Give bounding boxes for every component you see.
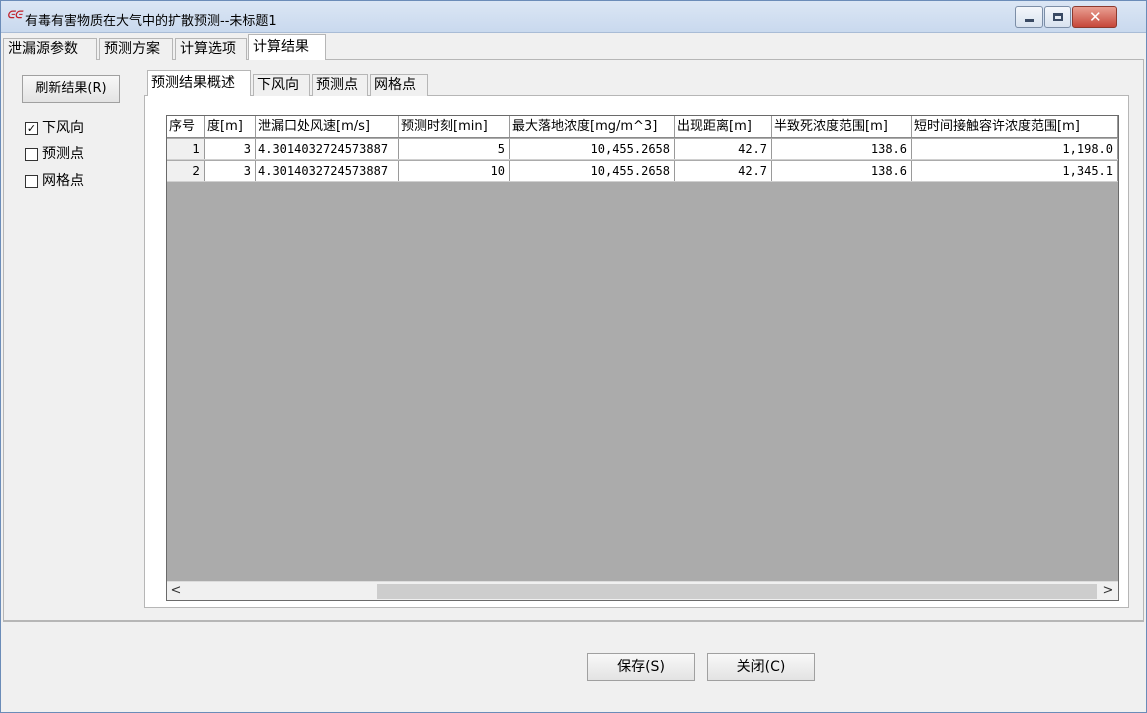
table-cell: 1,345.1 (912, 161, 1118, 181)
table-cell: 3 (205, 139, 256, 159)
scroll-right-icon[interactable]: > (1099, 582, 1117, 600)
col-header-stel-range[interactable]: 短时间接触容许浓度范围[m] (912, 116, 1118, 137)
maximize-button[interactable] (1044, 6, 1071, 28)
table-cell: 3 (205, 161, 256, 181)
col-header-height[interactable]: 度[m] (205, 116, 256, 137)
table-cell: 42.7 (675, 139, 772, 159)
col-header-distance[interactable]: 出现距离[m] (675, 116, 772, 137)
tab-downwind[interactable]: 下风向 (253, 74, 310, 96)
horizontal-scrollbar[interactable]: < > (167, 581, 1118, 600)
tab-result-overview[interactable]: 预测结果概述 (147, 70, 251, 96)
window-title: 有毒有害物质在大气中的扩散预测--未标题1 (25, 14, 277, 29)
table-cell: 4.3014032724573887 (256, 139, 399, 159)
col-header-lethal-range[interactable]: 半致死浓度范围[m] (772, 116, 912, 137)
minimize-button[interactable] (1015, 6, 1043, 28)
table-cell: 10,455.2658 (510, 161, 675, 181)
checkbox-grid-points-box[interactable] (25, 175, 38, 188)
col-header-index[interactable]: 序号 (167, 116, 205, 137)
bottom-divider (3, 621, 1144, 622)
scroll-left-icon[interactable]: < (167, 582, 185, 600)
close-button[interactable]: 关闭(C) (707, 653, 815, 681)
col-header-prediction-time[interactable]: 预测时刻[min] (399, 116, 510, 137)
table-cell: 10 (399, 161, 510, 181)
row-index-cell: 2 (167, 161, 205, 181)
table-cell: 5 (399, 139, 510, 159)
table-cell: 1,198.0 (912, 139, 1118, 159)
app-logo-icon: ᕮᕮ (7, 10, 22, 21)
table-row[interactable]: 2 3 4.3014032724573887 10 10,455.2658 42… (167, 161, 1118, 182)
tab-source-params[interactable]: 泄漏源参数 (3, 38, 97, 60)
tab-calc-results[interactable]: 计算结果 (248, 34, 326, 60)
checkbox-grid-points-label: 网格点 (42, 173, 84, 189)
tab-prediction-points[interactable]: 预测点 (312, 74, 368, 96)
tab-grid-points[interactable]: 网格点 (370, 74, 428, 96)
table-cell: 10,455.2658 (510, 139, 675, 159)
row-index-cell: 1 (167, 139, 205, 159)
grid-header-row: 序号 度[m] 泄漏口处风速[m/s] 预测时刻[min] 最大落地浓度[mg/… (167, 116, 1118, 138)
refresh-results-button[interactable]: 刷新结果(R) (22, 75, 120, 103)
tab-prediction-plan[interactable]: 预测方案 (99, 38, 173, 60)
close-window-button[interactable]: ✕ (1072, 6, 1117, 28)
minimize-icon (1025, 19, 1034, 22)
close-icon: ✕ (1089, 8, 1102, 26)
tab-calc-options[interactable]: 计算选项 (175, 38, 247, 60)
checkbox-prediction-points-box[interactable] (25, 148, 38, 161)
main-window: ᕮᕮ 有毒有害物质在大气中的扩散预测--未标题1 ✕ 泄漏源参数 预测方案 计算… (0, 0, 1147, 713)
table-cell: 138.6 (772, 139, 912, 159)
results-grid[interactable]: 序号 度[m] 泄漏口处风速[m/s] 预测时刻[min] 最大落地浓度[mg/… (166, 115, 1119, 601)
col-header-wind-speed[interactable]: 泄漏口处风速[m/s] (256, 116, 399, 137)
checkbox-downwind-label: 下风向 (42, 120, 84, 136)
title-bar[interactable]: ᕮᕮ 有毒有害物质在大气中的扩散预测--未标题1 ✕ (1, 1, 1146, 33)
col-header-max-concentration[interactable]: 最大落地浓度[mg/m^3] (510, 116, 675, 137)
scrollbar-thumb[interactable] (377, 584, 1097, 599)
maximize-icon (1053, 13, 1063, 21)
table-cell: 4.3014032724573887 (256, 161, 399, 181)
checkbox-downwind-box[interactable]: ✓ (25, 122, 38, 135)
table-row[interactable]: 1 3 4.3014032724573887 5 10,455.2658 42.… (167, 139, 1118, 160)
table-cell: 42.7 (675, 161, 772, 181)
checkbox-prediction-points-label: 预测点 (42, 146, 84, 162)
save-button[interactable]: 保存(S) (587, 653, 695, 681)
table-cell: 138.6 (772, 161, 912, 181)
